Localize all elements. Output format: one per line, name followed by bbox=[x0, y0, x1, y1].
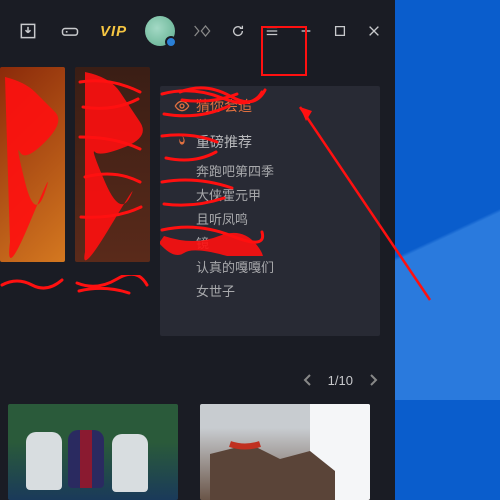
pagination-bar: 1/10 bbox=[0, 360, 395, 400]
dropdown-item[interactable]: 认真的嘎嘎们 bbox=[196, 256, 366, 280]
dropdown-item[interactable]: 女世子 bbox=[196, 280, 366, 304]
maximize-button[interactable] bbox=[327, 18, 353, 44]
dropdown-item[interactable]: 奔跑吧第四季 bbox=[196, 160, 366, 184]
refresh-icon bbox=[231, 24, 245, 38]
redaction-scribble bbox=[75, 67, 150, 262]
hamburger-icon bbox=[265, 24, 279, 38]
dropdown-body: 重磅推荐 奔跑吧第四季 大侠霍元甲 且听凤鸣 镜 认真的嘎嘎们 女世子 bbox=[160, 126, 380, 310]
avatar[interactable] bbox=[145, 16, 175, 46]
dropdown-item[interactable]: 大侠霍元甲 bbox=[196, 184, 366, 208]
gamepad-icon bbox=[60, 21, 80, 41]
maximize-icon bbox=[333, 24, 347, 38]
video-thumbnail[interactable] bbox=[200, 404, 370, 500]
minimize-icon bbox=[299, 24, 313, 38]
dropdown-header: 猜你会追 bbox=[160, 86, 380, 126]
dropdown-list: 奔跑吧第四季 大侠霍元甲 且听凤鸣 镜 认真的嘎嘎们 女世子 bbox=[174, 160, 366, 304]
avatar-status-dot bbox=[165, 36, 177, 48]
pagination-text: 1/10 bbox=[328, 373, 353, 388]
download-button[interactable] bbox=[16, 19, 40, 43]
figure-shape bbox=[26, 432, 62, 490]
hamburger-menu-button[interactable] bbox=[259, 18, 285, 44]
thumbnail-art bbox=[200, 404, 370, 500]
page-current: 1 bbox=[328, 373, 335, 388]
recommendation-dropdown: 猜你会追 重磅推荐 奔跑吧第四季 大侠霍元甲 且听凤鸣 镜 认真的嘎嘎们 女世子 bbox=[160, 86, 380, 336]
dropdown-section-title: 重磅推荐 bbox=[196, 132, 252, 152]
gamepad-button[interactable] bbox=[58, 19, 82, 43]
vip-badge[interactable]: VIP bbox=[100, 23, 127, 40]
dropdown-item[interactable]: 且听凤鸣 bbox=[196, 208, 366, 232]
dropdown-header-label: 猜你会追 bbox=[196, 96, 252, 116]
close-icon bbox=[367, 24, 381, 38]
fire-icon bbox=[174, 134, 190, 150]
titlebar-right bbox=[225, 18, 387, 44]
minimize-button[interactable] bbox=[293, 18, 319, 44]
page-prev-button[interactable] bbox=[300, 372, 316, 388]
chevron-left-icon bbox=[300, 372, 316, 388]
page-total: 10 bbox=[339, 373, 353, 388]
figure-shape bbox=[68, 430, 104, 488]
video-thumbnail[interactable] bbox=[8, 404, 178, 500]
dropdown-section-header: 重磅推荐 bbox=[174, 132, 366, 152]
download-icon bbox=[18, 21, 38, 41]
eye-icon bbox=[174, 98, 190, 114]
chevron-right-icon bbox=[365, 372, 381, 388]
figure-shape bbox=[112, 434, 148, 492]
refresh-button[interactable] bbox=[225, 18, 251, 44]
app-window: VIP bbox=[0, 0, 395, 500]
desktop-background bbox=[395, 0, 500, 400]
poster-item[interactable] bbox=[0, 67, 65, 262]
poster-item[interactable] bbox=[75, 67, 150, 262]
page-next-button[interactable] bbox=[365, 372, 381, 388]
verify-badge-icon bbox=[193, 24, 213, 38]
thumbnail-row bbox=[8, 404, 370, 500]
redaction-scribble bbox=[0, 67, 65, 262]
titlebar: VIP bbox=[0, 0, 395, 62]
close-button[interactable] bbox=[361, 18, 387, 44]
redaction-scribble bbox=[75, 275, 150, 295]
redaction-scribble bbox=[0, 275, 65, 295]
dropdown-item[interactable]: 镜 bbox=[196, 232, 366, 256]
titlebar-left: VIP bbox=[8, 16, 213, 46]
